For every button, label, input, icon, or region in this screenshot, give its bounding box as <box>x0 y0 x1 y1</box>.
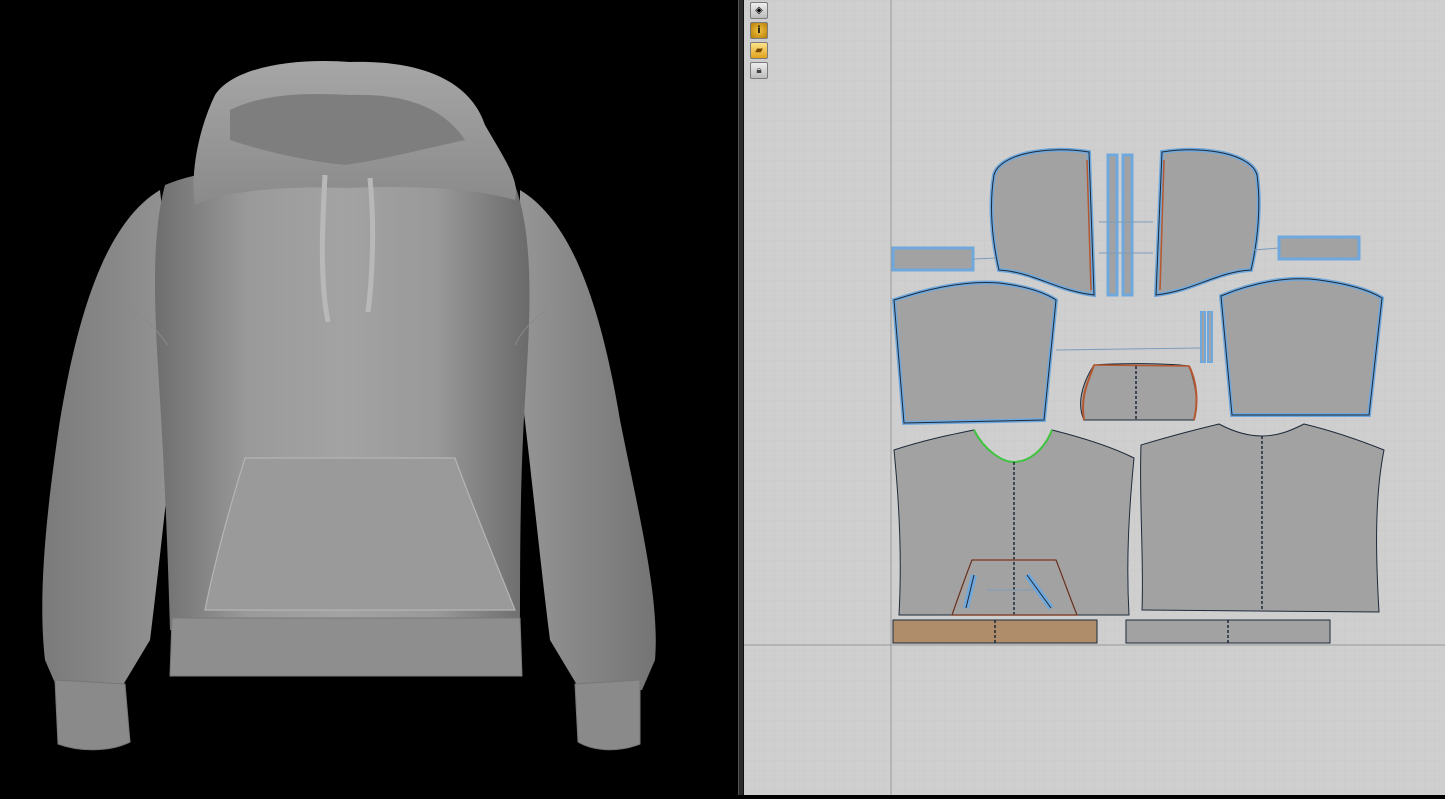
strip-piece-1[interactable] <box>1200 311 1206 363</box>
sleeve-piece-left[interactable] <box>891 280 1059 426</box>
hoodie-3d-avatar <box>42 60 656 751</box>
info-icon[interactable]: i <box>750 22 768 39</box>
lock-icon[interactable]: 🔒︎ <box>750 62 768 79</box>
right-sleeve <box>520 190 656 690</box>
fabric-icon[interactable]: ▰ <box>750 42 768 59</box>
drawstring-piece-right[interactable] <box>1277 235 1361 261</box>
hem-band <box>169 617 523 677</box>
hood-strip-1[interactable] <box>1106 153 1119 297</box>
pocket-piece[interactable] <box>1080 363 1197 421</box>
viewport-3d[interactable] <box>0 0 738 795</box>
display-3d-icon[interactable]: ◈ <box>750 2 768 19</box>
viewport-2d-pattern[interactable] <box>744 0 1445 795</box>
left-cuff <box>54 679 131 751</box>
right-cuff <box>574 679 641 751</box>
pattern-canvas <box>744 0 1445 795</box>
view-toolbar: ◈ i ▰ 🔒︎ <box>750 0 772 82</box>
hood-strip-2[interactable] <box>1121 153 1134 297</box>
drawstring-piece-left[interactable] <box>891 246 975 272</box>
sleeve-piece-right[interactable] <box>1218 276 1385 417</box>
strip-piece-2[interactable] <box>1207 311 1213 363</box>
